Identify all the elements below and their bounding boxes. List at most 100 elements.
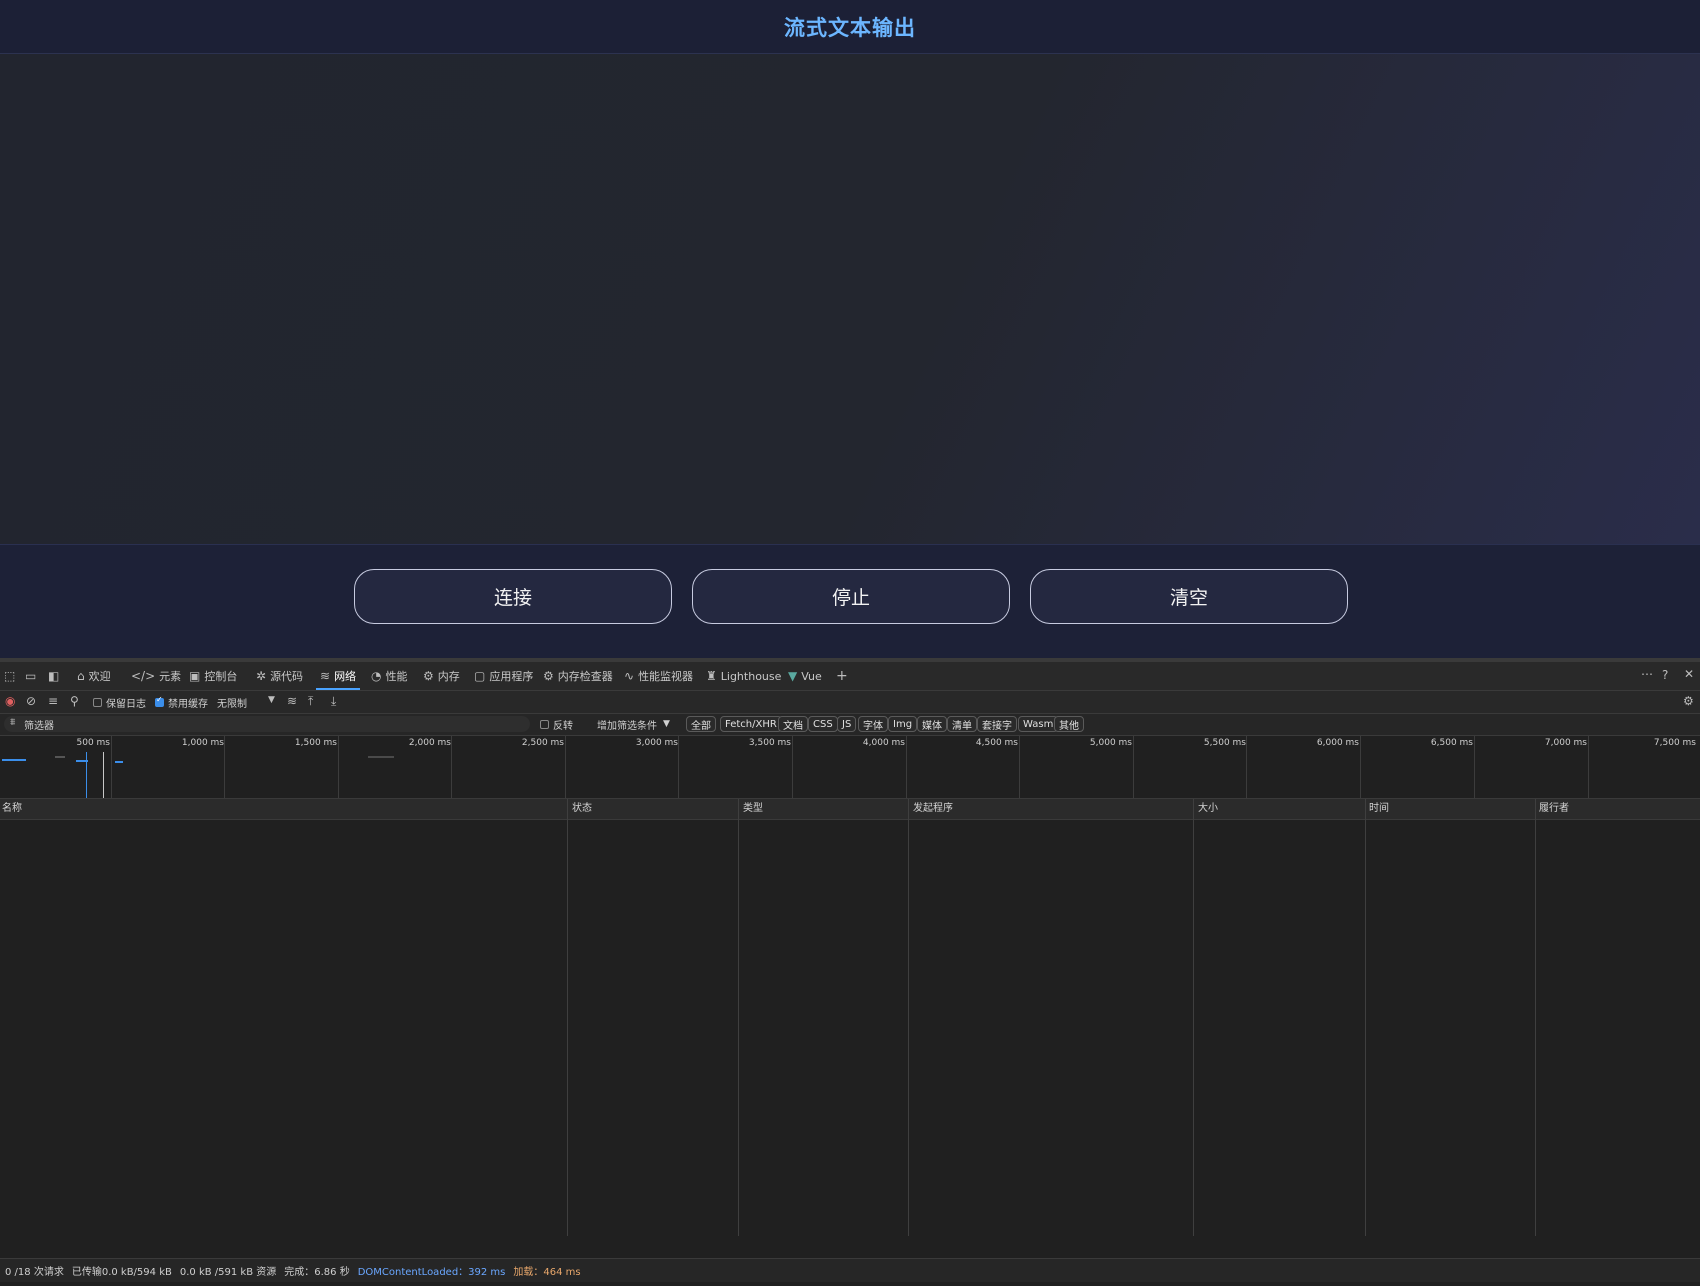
invert-checkbox[interactable]: 反转 xyxy=(540,716,573,732)
filter-type-wasm[interactable]: Wasm xyxy=(1018,716,1059,732)
filter-type-img[interactable]: Img xyxy=(888,716,918,732)
column-divider[interactable] xyxy=(908,799,909,1236)
network-toolbar: ◉ ⊘ ≡ ⚲ 保留日志 禁用缓存 无限制 ▼ ≋ ⤒ ⤓ ⚙ xyxy=(0,691,1700,714)
dom-content-loaded: DOMContentLoaded：392 ms xyxy=(357,1267,506,1278)
request-table-header: 名称 状态 类型 发起程序 大小 时间 履行者 xyxy=(0,799,1700,820)
clear-button[interactable]: 清空 xyxy=(1030,569,1348,624)
tab-console[interactable]: ▣ 控制台 xyxy=(189,662,237,690)
connect-button[interactable]: 连接 xyxy=(354,569,672,624)
transferred-size: 已传输0.0 kB/594 kB xyxy=(71,1267,172,1278)
tab-vue[interactable]: ▼ Vue xyxy=(788,662,822,690)
filter-type-fetch-xhr[interactable]: Fetch/XHR xyxy=(720,716,782,732)
column-fulfilled-by[interactable]: 履行者 xyxy=(1537,799,1569,819)
timeline-tick-label: 5,500 ms xyxy=(1203,738,1246,748)
tab-application[interactable]: ▢ 应用程序 xyxy=(474,662,533,690)
bug-icon: ✲ xyxy=(256,669,267,683)
settings-icon[interactable]: ⚙ xyxy=(1683,694,1694,708)
filter-type-media[interactable]: 媒体 xyxy=(917,716,947,732)
column-size[interactable]: 大小 xyxy=(1196,799,1218,819)
stop-button[interactable]: 停止 xyxy=(692,569,1010,624)
devtools-tabbar: ⬚ ▭ ◧ ⌂ 欢迎 </> 元素 ▣ 控制台 ✲ 源代码 ≋ 网络 ◔ 性能 ⚙ 内存 ▢ 应… xyxy=(0,662,1700,691)
column-name[interactable]: 名称 xyxy=(0,799,22,819)
clear-log-icon[interactable]: ⊘ xyxy=(26,694,36,708)
gauge-icon: ◔ xyxy=(371,669,382,683)
chevron-down-icon[interactable]: ▼ xyxy=(268,695,275,705)
filter-input[interactable]: ⩩ 筛选器 xyxy=(4,716,530,732)
filter-type-font[interactable]: 字体 xyxy=(858,716,888,732)
filter-type-js[interactable]: JS xyxy=(837,716,857,732)
tab-elements[interactable]: </> 元素 xyxy=(131,662,181,690)
column-divider[interactable] xyxy=(738,799,739,1236)
more-filters-dropdown[interactable]: 增加筛选条件 ▼ xyxy=(597,716,670,732)
filter-type-css[interactable]: CSS xyxy=(808,716,838,732)
filter-type-socket[interactable]: 套接字 xyxy=(977,716,1017,732)
column-divider[interactable] xyxy=(567,799,568,1236)
tab-sources[interactable]: ✲ 源代码 xyxy=(256,662,303,690)
timeline-tick-label: 500 ms xyxy=(76,738,111,748)
disable-cache-box[interactable] xyxy=(155,695,164,707)
help-icon[interactable]: ? xyxy=(1662,668,1668,682)
chevron-down-icon: ▼ xyxy=(663,719,670,729)
network-conditions-icon[interactable]: ≋ xyxy=(287,694,297,708)
column-divider[interactable] xyxy=(1535,799,1536,1236)
more-icon[interactable]: ⋯ xyxy=(1641,667,1653,681)
timeline-tick-label: 3,000 ms xyxy=(635,738,678,748)
column-status[interactable]: 状态 xyxy=(570,799,592,819)
add-tab-icon[interactable]: + xyxy=(836,668,848,684)
close-icon[interactable]: ✕ xyxy=(1684,667,1694,681)
download-icon[interactable]: ⤓ xyxy=(331,694,336,709)
finish-time: 完成：6.86 秒 xyxy=(284,1267,350,1278)
requests-count: 0 /18 次请求 xyxy=(5,1267,64,1278)
tab-performance[interactable]: ◔ 性能 xyxy=(371,662,407,690)
filter-icon: ⩩ xyxy=(10,717,16,728)
preserve-log-box[interactable] xyxy=(93,697,102,707)
timeline-tick-label: 3,500 ms xyxy=(748,738,791,748)
timeline-gridline xyxy=(1246,736,1247,798)
load-marker xyxy=(103,752,104,798)
timeline-gridline xyxy=(224,736,225,798)
app-header: 流式文本输出 xyxy=(0,0,1700,54)
network-overview[interactable]: 500 ms 1,000 ms 1,500 ms 2,000 ms 2,500 … xyxy=(0,736,1700,799)
tab-network[interactable]: ≋ 网络 xyxy=(315,662,361,690)
timeline-tick-label: 5,000 ms xyxy=(1089,738,1132,748)
disable-cache-checkbox[interactable]: 禁用缓存 xyxy=(155,694,208,710)
network-status-bar: 0 /18 次请求 已传输0.0 kB/594 kB 0.0 kB /591 k… xyxy=(0,1258,1700,1282)
filter-type-other[interactable]: 其他 xyxy=(1054,716,1084,732)
throttling-select[interactable]: 无限制 xyxy=(217,694,247,710)
tab-memory-inspector[interactable]: ⚙ 内存检查器 xyxy=(543,662,613,690)
column-time[interactable]: 时间 xyxy=(1367,799,1389,819)
timeline-tick-label: 1,500 ms xyxy=(294,738,337,748)
timeline-tick-label: 6,000 ms xyxy=(1316,738,1359,748)
invert-box[interactable] xyxy=(540,719,549,729)
pulse-icon: ∿ xyxy=(624,669,635,683)
upload-icon[interactable]: ⤒ xyxy=(308,694,313,709)
filter-type-all[interactable]: 全部 xyxy=(686,716,716,732)
column-divider[interactable] xyxy=(1365,799,1366,1236)
stream-output-area[interactable] xyxy=(0,54,1700,545)
filter-type-manifest[interactable]: 清单 xyxy=(947,716,977,732)
filter-bar: ⩩ 筛选器 反转 增加筛选条件 ▼ 全部 Fetch/XHR 文档 CSS JS … xyxy=(0,714,1700,736)
timeline-gridline xyxy=(565,736,566,798)
preserve-log-checkbox[interactable]: 保留日志 xyxy=(93,694,146,710)
dock-icon[interactable]: ◧ xyxy=(48,669,59,683)
request-bar xyxy=(115,761,123,763)
memory-inspector-icon: ⚙ xyxy=(543,669,554,683)
tab-memory[interactable]: ⚙ 内存 xyxy=(423,662,460,690)
filter-toggle-icon[interactable]: ≡ xyxy=(48,694,58,708)
timeline-gridline xyxy=(1588,736,1589,798)
filter-type-doc[interactable]: 文档 xyxy=(778,716,808,732)
tab-lighthouse[interactable]: ♜ Lighthouse xyxy=(706,662,781,690)
record-icon[interactable]: ◉ xyxy=(5,694,15,708)
console-icon: ▣ xyxy=(189,669,201,683)
dcl-marker xyxy=(86,752,87,798)
tab-welcome[interactable]: ⌂ 欢迎 xyxy=(77,662,111,690)
inspect-icon[interactable]: ⬚ xyxy=(4,669,15,683)
request-bar xyxy=(368,756,394,758)
device-toolbar-icon[interactable]: ▭ xyxy=(25,669,36,683)
column-type[interactable]: 类型 xyxy=(741,799,763,819)
timeline-gridline xyxy=(338,736,339,798)
search-icon[interactable]: ⚲ xyxy=(70,694,79,708)
tab-performance-monitor[interactable]: ∿ 性能监视器 xyxy=(624,662,693,690)
column-initiator[interactable]: 发起程序 xyxy=(911,799,953,819)
column-divider[interactable] xyxy=(1193,799,1194,1236)
